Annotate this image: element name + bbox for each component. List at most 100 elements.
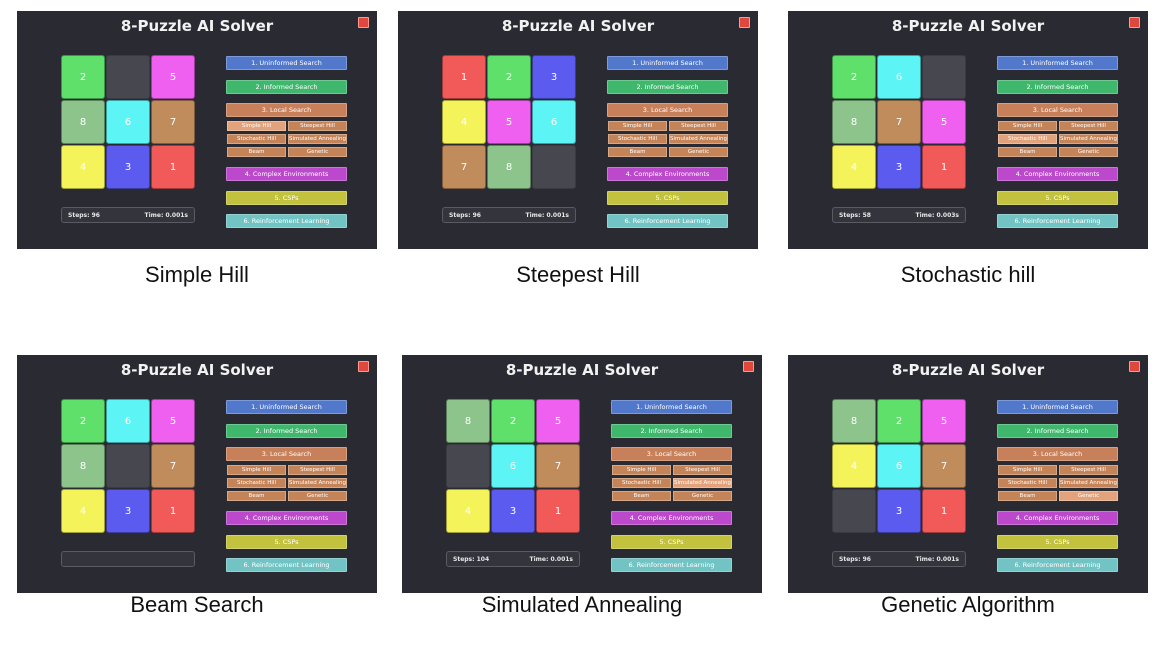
local-search-option-simple-hill[interactable]: Simple Hill <box>608 121 667 131</box>
local-search-option-stochastic-hill[interactable]: Stochastic Hill <box>998 134 1057 144</box>
informed-search-button[interactable]: 2. Informed Search <box>607 80 728 94</box>
puzzle-tile[interactable]: 3 <box>532 55 576 99</box>
puzzle-tile[interactable]: 2 <box>877 399 921 443</box>
puzzle-tile[interactable]: 5 <box>487 100 531 144</box>
local-search-option-steepest-hill[interactable]: Steepest Hill <box>1059 465 1118 475</box>
puzzle-tile[interactable]: 5 <box>151 399 195 443</box>
informed-search-button[interactable]: 2. Informed Search <box>226 80 347 94</box>
informed-search-button[interactable]: 2. Informed Search <box>226 424 347 438</box>
local-search-option-stochastic-hill[interactable]: Stochastic Hill <box>227 134 286 144</box>
local-search-button[interactable]: 3. Local Search <box>997 103 1118 117</box>
complex-environments-button[interactable]: 4. Complex Environments <box>226 511 347 525</box>
informed-search-button[interactable]: 2. Informed Search <box>997 80 1118 94</box>
uninformed-search-button[interactable]: 1. Uninformed Search <box>611 400 732 414</box>
puzzle-tile[interactable]: 3 <box>106 145 150 189</box>
local-search-option-beam[interactable]: Beam <box>998 491 1057 501</box>
puzzle-tile[interactable]: 3 <box>491 489 535 533</box>
local-search-option-steepest-hill[interactable]: Steepest Hill <box>288 121 347 131</box>
puzzle-tile[interactable]: 5 <box>536 399 580 443</box>
puzzle-tile[interactable]: 4 <box>61 489 105 533</box>
csps-button[interactable]: 5. CSPs <box>611 535 732 549</box>
puzzle-tile[interactable]: 7 <box>922 444 966 488</box>
complex-environments-button[interactable]: 4. Complex Environments <box>611 511 732 525</box>
local-search-option-beam[interactable]: Beam <box>998 147 1057 157</box>
local-search-option-beam[interactable]: Beam <box>608 147 667 157</box>
local-search-button[interactable]: 3. Local Search <box>226 103 347 117</box>
puzzle-tile[interactable]: 2 <box>61 55 105 99</box>
local-search-option-beam[interactable]: Beam <box>612 491 671 501</box>
csps-button[interactable]: 5. CSPs <box>997 535 1118 549</box>
reinforcement-learning-button[interactable]: 6. Reinforcement Learning <box>226 558 347 572</box>
close-icon[interactable] <box>358 361 369 372</box>
puzzle-tile[interactable]: 4 <box>446 489 490 533</box>
complex-environments-button[interactable]: 4. Complex Environments <box>997 167 1118 181</box>
close-icon[interactable] <box>1129 17 1140 28</box>
uninformed-search-button[interactable]: 1. Uninformed Search <box>226 400 347 414</box>
local-search-option-genetic[interactable]: Genetic <box>288 147 347 157</box>
reinforcement-learning-button[interactable]: 6. Reinforcement Learning <box>997 558 1118 572</box>
local-search-option-steepest-hill[interactable]: Steepest Hill <box>669 121 728 131</box>
uninformed-search-button[interactable]: 1. Uninformed Search <box>226 56 347 70</box>
local-search-option-simulated-annealing[interactable]: Simulated Annealing <box>288 478 347 488</box>
puzzle-tile[interactable]: 8 <box>61 100 105 144</box>
csps-button[interactable]: 5. CSPs <box>226 535 347 549</box>
puzzle-tile[interactable]: 3 <box>877 489 921 533</box>
close-icon[interactable] <box>739 17 750 28</box>
puzzle-tile[interactable]: 2 <box>491 399 535 443</box>
local-search-option-simple-hill[interactable]: Simple Hill <box>227 121 286 131</box>
local-search-option-genetic[interactable]: Genetic <box>1059 147 1118 157</box>
uninformed-search-button[interactable]: 1. Uninformed Search <box>997 400 1118 414</box>
csps-button[interactable]: 5. CSPs <box>607 191 728 205</box>
puzzle-tile[interactable]: 1 <box>442 55 486 99</box>
local-search-option-stochastic-hill[interactable]: Stochastic Hill <box>998 478 1057 488</box>
puzzle-tile[interactable]: 7 <box>877 100 921 144</box>
local-search-option-simple-hill[interactable]: Simple Hill <box>227 465 286 475</box>
local-search-option-beam[interactable]: Beam <box>227 491 286 501</box>
local-search-option-genetic[interactable]: Genetic <box>673 491 732 501</box>
local-search-option-steepest-hill[interactable]: Steepest Hill <box>288 465 347 475</box>
reinforcement-learning-button[interactable]: 6. Reinforcement Learning <box>611 558 732 572</box>
puzzle-tile[interactable]: 4 <box>832 444 876 488</box>
puzzle-tile[interactable]: 5 <box>151 55 195 99</box>
close-icon[interactable] <box>358 17 369 28</box>
puzzle-tile[interactable]: 3 <box>106 489 150 533</box>
puzzle-tile[interactable]: 4 <box>442 100 486 144</box>
local-search-option-simple-hill[interactable]: Simple Hill <box>612 465 671 475</box>
puzzle-tile[interactable]: 6 <box>491 444 535 488</box>
complex-environments-button[interactable]: 4. Complex Environments <box>607 167 728 181</box>
local-search-option-simple-hill[interactable]: Simple Hill <box>998 465 1057 475</box>
puzzle-tile[interactable]: 7 <box>151 444 195 488</box>
puzzle-tile[interactable]: 5 <box>922 399 966 443</box>
puzzle-tile[interactable]: 2 <box>487 55 531 99</box>
puzzle-tile[interactable]: 8 <box>487 145 531 189</box>
local-search-option-steepest-hill[interactable]: Steepest Hill <box>673 465 732 475</box>
reinforcement-learning-button[interactable]: 6. Reinforcement Learning <box>997 214 1118 228</box>
puzzle-tile[interactable]: 8 <box>446 399 490 443</box>
local-search-option-genetic[interactable]: Genetic <box>669 147 728 157</box>
puzzle-tile[interactable]: 1 <box>151 489 195 533</box>
puzzle-tile[interactable]: 8 <box>61 444 105 488</box>
puzzle-tile[interactable]: 6 <box>877 55 921 99</box>
puzzle-tile[interactable]: 6 <box>106 100 150 144</box>
puzzle-tile[interactable]: 6 <box>877 444 921 488</box>
puzzle-tile[interactable]: 1 <box>151 145 195 189</box>
informed-search-button[interactable]: 2. Informed Search <box>611 424 732 438</box>
local-search-option-stochastic-hill[interactable]: Stochastic Hill <box>612 478 671 488</box>
complex-environments-button[interactable]: 4. Complex Environments <box>997 511 1118 525</box>
local-search-option-simulated-annealing[interactable]: Simulated Annealing <box>288 134 347 144</box>
puzzle-tile[interactable]: 7 <box>536 444 580 488</box>
local-search-option-simulated-annealing[interactable]: Simulated Annealing <box>1059 478 1118 488</box>
puzzle-tile[interactable]: 7 <box>442 145 486 189</box>
local-search-option-genetic[interactable]: Genetic <box>1059 491 1118 501</box>
local-search-option-beam[interactable]: Beam <box>227 147 286 157</box>
local-search-option-steepest-hill[interactable]: Steepest Hill <box>1059 121 1118 131</box>
local-search-option-simple-hill[interactable]: Simple Hill <box>998 121 1057 131</box>
csps-button[interactable]: 5. CSPs <box>997 191 1118 205</box>
local-search-option-simulated-annealing[interactable]: Simulated Annealing <box>1059 134 1118 144</box>
local-search-option-simulated-annealing[interactable]: Simulated Annealing <box>669 134 728 144</box>
informed-search-button[interactable]: 2. Informed Search <box>997 424 1118 438</box>
puzzle-tile[interactable]: 1 <box>922 489 966 533</box>
reinforcement-learning-button[interactable]: 6. Reinforcement Learning <box>226 214 347 228</box>
local-search-button[interactable]: 3. Local Search <box>611 447 732 461</box>
puzzle-tile[interactable]: 6 <box>106 399 150 443</box>
